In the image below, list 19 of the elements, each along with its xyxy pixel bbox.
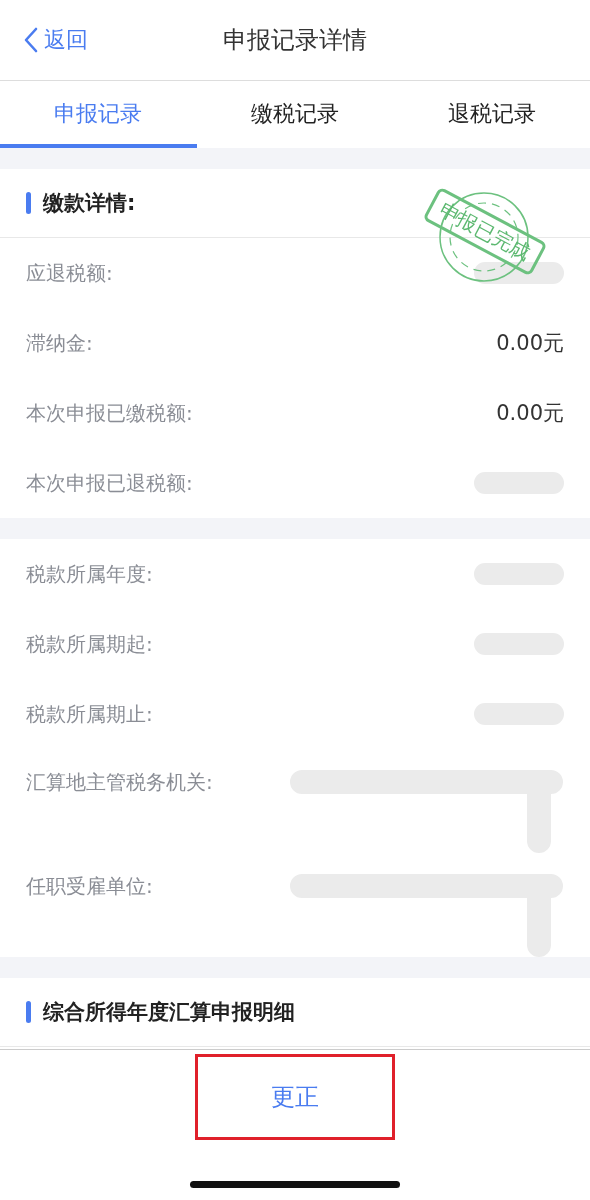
field-label: 本次申报已缴税额: (26, 399, 193, 427)
section-heading: 综合所得年度汇算申报明细 (43, 999, 295, 1026)
field-label: 本次申报已退税额: (26, 469, 193, 497)
field-label: 税款所属年度: (26, 560, 153, 588)
field-label: 税款所属期止: (26, 700, 153, 728)
field-label: 任职受雇单位: (26, 873, 153, 900)
field-label: 应退税额: (26, 259, 113, 287)
field-label: 滞纳金: (26, 329, 93, 357)
field-label: 税款所属期起: (26, 630, 153, 658)
back-button[interactable]: 返回 (0, 25, 88, 55)
section-accent-bar (26, 192, 31, 214)
field-label: 汇算地主管税务机关: (26, 769, 213, 796)
back-chevron-icon (24, 27, 38, 53)
field-value: 0.00元 (496, 400, 564, 427)
page-title: 申报记录详情 (223, 25, 367, 56)
section-accent-bar (26, 1001, 31, 1023)
correct-button[interactable]: 更正 (195, 1054, 395, 1140)
field-value: 0.00元 (496, 330, 564, 357)
section-heading: 缴款详情: (43, 190, 136, 217)
